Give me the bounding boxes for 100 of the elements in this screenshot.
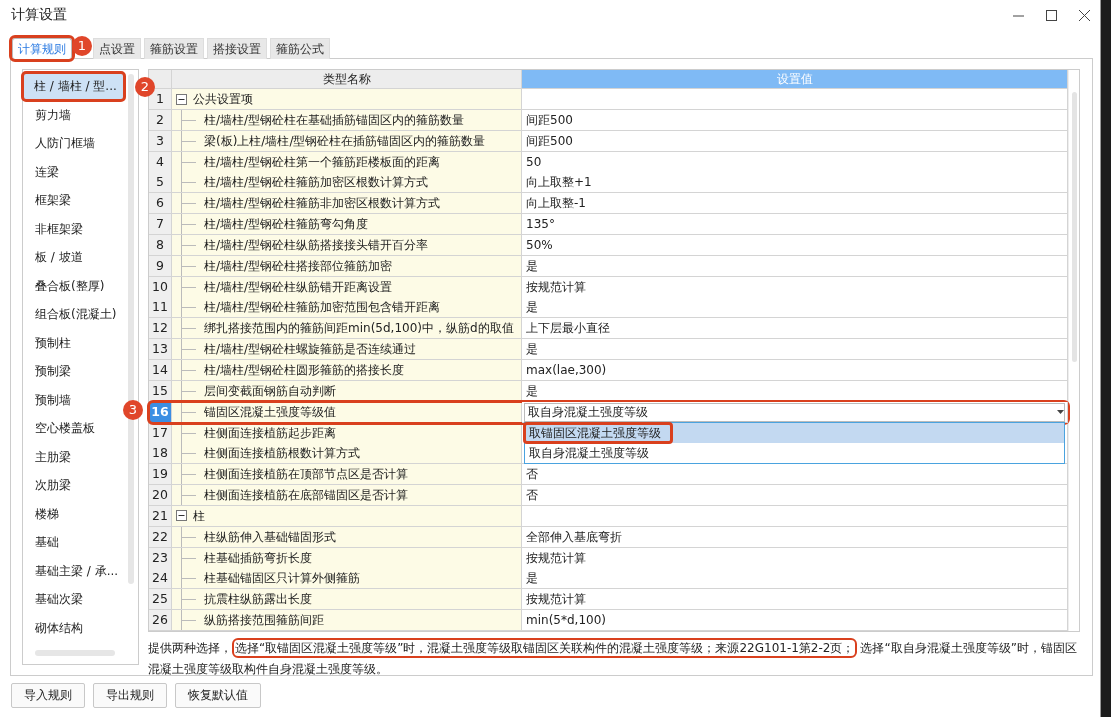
action-button[interactable]: 导入规则 <box>11 683 85 708</box>
table-cell: min(5*d,100) <box>522 610 1068 632</box>
table-cell: 柱/墙柱/型钢砼柱搭接部位箍筋加密 <box>172 255 522 277</box>
table-cell: 否 <box>522 485 1068 507</box>
sidebar-item[interactable]: 预制墙 <box>23 385 75 414</box>
table-cell: 柱/墙柱/型钢砼柱箍筋弯勾角度 <box>172 214 522 236</box>
table-cell: 锚固区混凝土强度等级值 <box>172 401 522 423</box>
row-number[interactable]: 3 <box>149 130 172 152</box>
row-number[interactable]: 7 <box>149 214 172 236</box>
dropdown-field[interactable]: 取自身混凝土强度等级 <box>524 402 1065 422</box>
table-cell: 柱侧面连接植筋根数计算方式 <box>172 443 522 465</box>
table-cell: 间距500 <box>522 109 1068 131</box>
table-cell: 是 <box>522 568 1068 590</box>
collapse-icon[interactable] <box>176 510 187 522</box>
table-cell: 是 <box>522 255 1068 277</box>
table-cell: 柱侧面连接植筋在顶部节点区是否计算 <box>172 464 522 486</box>
row-number[interactable]: 10 <box>149 276 172 298</box>
action-button[interactable]: 导出规则 <box>93 683 167 708</box>
tab[interactable]: 箍筋设置 <box>144 38 204 59</box>
sidebar-item[interactable]: 叠合板(整厚) <box>23 271 109 300</box>
tab[interactable]: 箍筋公式 <box>270 38 330 59</box>
table-cell: 间距500 <box>522 130 1068 152</box>
sidebar-item[interactable]: 主肋梁 <box>23 442 75 471</box>
table-cell: 向上取整+1 <box>522 172 1068 194</box>
sidebar-item[interactable]: 空心楼盖板 <box>23 414 99 443</box>
dropdown-option[interactable]: 取自身混凝土强度等级 <box>525 442 1064 463</box>
table-cell: 柱基础插筋弯折长度 <box>172 547 522 569</box>
caret-icon <box>1057 410 1064 415</box>
table-cell: 否 <box>522 464 1068 486</box>
sidebar-item[interactable]: 基础 <box>23 528 63 557</box>
sidebar-item[interactable]: 砌体结构 <box>23 613 87 642</box>
table-cell: 梁(板)上柱/墙柱/型钢砼柱在插筋锚固区内的箍筋数量 <box>172 130 522 152</box>
sidebar-item[interactable]: 板 / 坡道 <box>23 243 87 272</box>
row-number[interactable]: 2 <box>149 109 172 131</box>
sidebar-item[interactable]: 预制梁 <box>23 357 75 386</box>
sidebar-item[interactable]: 剪力墙 <box>23 100 75 129</box>
row-number[interactable]: 22 <box>149 526 172 548</box>
sidebar-item[interactable]: 基础主梁 / 承... <box>23 556 123 585</box>
row-number[interactable]: 14 <box>149 359 172 381</box>
window-title: 计算设置 <box>11 6 68 24</box>
table-cell: 柱/墙柱/型钢砼柱第一个箍筋距楼板面的距离 <box>172 151 522 173</box>
table-cell: 柱基础锚固区只计算外侧箍筋 <box>172 568 522 590</box>
tab[interactable]: 搭接设置 <box>207 38 267 59</box>
row-number[interactable]: 11 <box>149 297 172 319</box>
row-number[interactable]: 23 <box>149 547 172 569</box>
collapse-icon[interactable] <box>176 93 187 105</box>
table-cell: 柱/墙柱/型钢砼柱螺旋箍筋是否连续通过 <box>172 339 522 361</box>
sidebar-item[interactable]: 基础次梁 <box>23 585 87 614</box>
column-header[interactable]: 类型名称 <box>172 70 522 89</box>
dropdown-option[interactable]: 取锚固区混凝土强度等级 <box>525 422 1064 443</box>
table-cell: 柱侧面连接植筋在底部锚固区是否计算 <box>172 485 522 507</box>
sidebar-item[interactable]: 柱 / 墙柱 / 型... <box>22 72 125 101</box>
table-cell: 135° <box>522 214 1068 236</box>
table-cell: 绑扎搭接范围内的箍筋间距min(5d,100)中，纵筋d的取值 <box>172 318 522 340</box>
sidebar-item[interactable]: 次肋梁 <box>23 471 75 500</box>
sidebar-item[interactable]: 框架梁 <box>23 186 75 215</box>
sidebar-item[interactable]: 人防门框墙 <box>23 129 99 158</box>
row-number[interactable]: 8 <box>149 234 172 256</box>
row-number[interactable]: 6 <box>149 193 172 215</box>
scrollbar[interactable] <box>128 74 134 584</box>
scrollbar[interactable] <box>1072 92 1077 362</box>
table-cell: 柱/墙柱/型钢砼柱箍筋加密范围包含错开距离 <box>172 297 522 319</box>
close-icon[interactable] <box>1079 9 1090 21</box>
table-cell: 柱纵筋伸入基础锚固形式 <box>172 526 522 548</box>
row-number[interactable]: 9 <box>149 255 172 277</box>
sidebar-item[interactable]: 组合板(混凝土) <box>23 300 121 329</box>
sidebar-item[interactable]: 非框架梁 <box>23 214 87 243</box>
row-number[interactable]: 19 <box>149 464 172 486</box>
table-cell: 向上取整-1 <box>522 193 1068 215</box>
tab[interactable]: 点设置 <box>93 38 141 59</box>
row-number[interactable]: 20 <box>149 485 172 507</box>
maximize-icon[interactable] <box>1046 9 1057 21</box>
action-button[interactable]: 恢复默认值 <box>175 683 261 708</box>
row-number[interactable]: 1 <box>149 89 172 110</box>
group-name: 公共设置项 <box>193 91 253 108</box>
table-cell: 全部伸入基底弯折 <box>522 526 1068 548</box>
row-number[interactable]: 18 <box>149 443 172 465</box>
table-cell: 柱/墙柱/型钢砼柱箍筋加密区根数计算方式 <box>172 172 522 194</box>
table-cell: 柱/墙柱/型钢砼柱纵筋搭接接头错开百分率 <box>172 234 522 256</box>
row-number[interactable]: 21 <box>149 505 172 527</box>
tab[interactable]: 计算规则 <box>12 38 72 59</box>
scrollbar[interactable] <box>35 650 115 656</box>
description-text: 提供两种选择， 选择“取锚固区混凝土强度等级”时，混凝土强度等级取锚固区关联构件的混凝土强度等级；来源22G101-1第2-2页； 选择“取自身混凝土强度等级”时，锚固区混凝土强度等级取构件自身混凝土强度等级。 <box>148 639 1078 678</box>
row-number[interactable]: 13 <box>149 339 172 361</box>
table-cell: 柱/墙柱/型钢砼柱纵筋错开距离设置 <box>172 276 522 298</box>
sidebar-item[interactable]: 连梁 <box>23 157 63 186</box>
row-number[interactable]: 12 <box>149 318 172 340</box>
sidebar-item[interactable]: 预制柱 <box>23 328 75 357</box>
row-number[interactable]: 5 <box>149 172 172 194</box>
sidebar-item[interactable]: 楼梯 <box>23 499 63 528</box>
table-cell: 按规范计算 <box>522 589 1068 611</box>
marker-badge: 1 <box>72 36 92 56</box>
row-number[interactable]: 4 <box>149 151 172 173</box>
row-number[interactable]: 26 <box>149 610 172 632</box>
table-cell: 上下层最小直径 <box>522 318 1068 340</box>
row-number[interactable]: 25 <box>149 589 172 611</box>
table-cell: 是 <box>522 339 1068 361</box>
row-number[interactable]: 24 <box>149 568 172 590</box>
table-cell: 纵筋搭接范围箍筋间距 <box>172 610 522 632</box>
table-cell: 柱/墙柱/型钢砼柱在基础插筋锚固区内的箍筋数量 <box>172 109 522 131</box>
